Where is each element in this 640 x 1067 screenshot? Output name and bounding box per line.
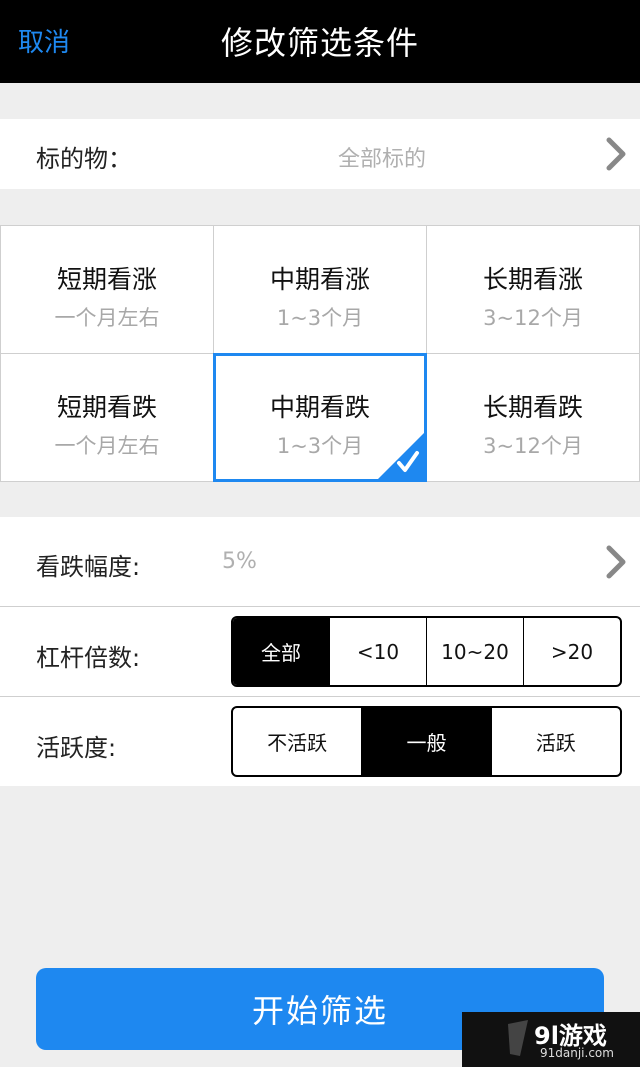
navbar: 取消 修改筛选条件 — [0, 0, 640, 83]
underlying-row[interactable]: 标的物： 全部标的 — [0, 119, 640, 189]
watermark-logo-icon — [506, 1018, 532, 1058]
period-title: 短期看跌 — [56, 393, 157, 422]
underlying-label: 标的物： — [36, 145, 132, 173]
chevron-right-icon — [606, 545, 626, 579]
leverage-label: 杠杆倍数: — [36, 644, 141, 672]
leverage-option-over-20[interactable]: >20 — [523, 618, 620, 685]
period-title: 长期看跌 — [482, 393, 583, 422]
period-long-up[interactable]: 长期看涨 3~12个月 — [426, 225, 640, 354]
activity-label: 活跃度: — [36, 734, 117, 762]
watermark-url: 91danji.com — [540, 1046, 614, 1060]
period-title: 长期看涨 — [482, 265, 583, 294]
activity-option-active[interactable]: 活跃 — [490, 708, 620, 775]
chevron-right-icon — [606, 137, 626, 171]
leverage-option-under-10[interactable]: <10 — [329, 618, 426, 685]
period-grid: 短期看涨 一个月左右 中期看涨 1~3个月 长期看涨 3~12个月 短期看跌 一… — [0, 225, 640, 482]
period-mid-down[interactable]: 中期看跌 1~3个月 — [213, 353, 427, 482]
activity-option-normal[interactable]: 一般 — [361, 708, 491, 775]
amplitude-value: 5% — [222, 549, 257, 574]
period-sub: 3~12个月 — [483, 306, 583, 330]
period-title: 中期看跌 — [269, 393, 370, 422]
period-sub: 3~12个月 — [483, 434, 583, 458]
period-sub: 1~3个月 — [276, 306, 364, 330]
activity-row: 活跃度: 不活跃 一般 活跃 — [0, 697, 640, 786]
period-title: 中期看涨 — [269, 265, 370, 294]
period-title: 短期看涨 — [56, 265, 157, 294]
leverage-option-all[interactable]: 全部 — [233, 618, 329, 685]
period-long-down[interactable]: 长期看跌 3~12个月 — [426, 353, 640, 482]
activity-option-inactive[interactable]: 不活跃 — [233, 708, 361, 775]
period-short-up[interactable]: 短期看涨 一个月左右 — [0, 225, 214, 354]
underlying-value: 全部标的 — [338, 147, 427, 172]
period-sub: 一个月左右 — [54, 434, 160, 458]
check-icon — [378, 433, 424, 479]
leverage-row: 杠杆倍数: 全部 <10 10~20 >20 — [0, 607, 640, 696]
period-mid-up[interactable]: 中期看涨 1~3个月 — [213, 225, 427, 354]
amplitude-row[interactable]: 看跌幅度: 5% — [0, 517, 640, 606]
period-sub: 一个月左右 — [54, 306, 160, 330]
leverage-segmented-control: 全部 <10 10~20 >20 — [231, 616, 622, 687]
leverage-option-10-20[interactable]: 10~20 — [426, 618, 523, 685]
amplitude-label: 看跌幅度: — [36, 553, 141, 581]
period-short-down[interactable]: 短期看跌 一个月左右 — [0, 353, 214, 482]
watermark: 9l游戏 91danji.com — [462, 1012, 640, 1067]
activity-segmented-control: 不活跃 一般 活跃 — [231, 706, 622, 777]
page-title: 修改筛选条件 — [220, 24, 419, 62]
